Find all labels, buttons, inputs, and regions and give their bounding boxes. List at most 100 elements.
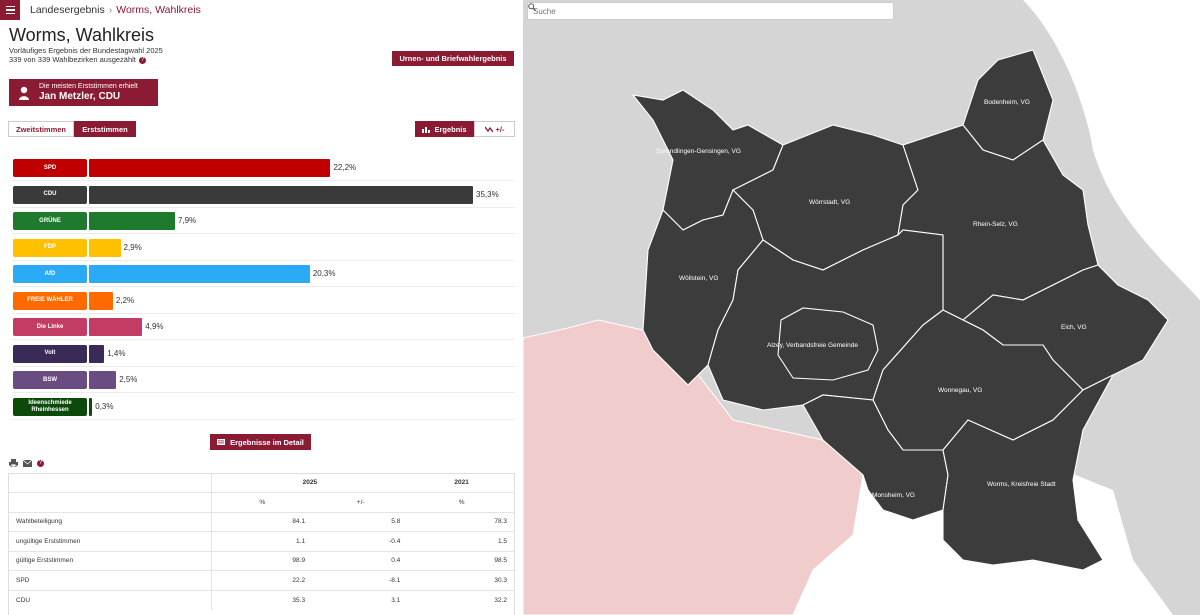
value-2021: 32.2 [408,589,515,610]
chart-row: AfD 20,3% [12,261,515,287]
value-2025: 84.1 [210,511,314,532]
party-bar [89,371,117,389]
party-bar [89,238,121,257]
value-diff: -8.1 [313,570,409,590]
party-label: Ideenschmiede Rheinhessen [13,397,87,416]
chart-row: GRÜNE 7,9% [12,208,515,234]
row-label: SPD [8,570,211,590]
value-2021: 1.5 [408,531,515,551]
party-value: 4,9% [145,322,164,331]
details-button[interactable]: Ergebnisse im Detail [210,434,311,450]
party-value: 7,9% [177,216,197,225]
map-label-rhein-selz: Rhein-Selz, VG [973,221,1018,228]
party-label: AfD [13,265,87,283]
party-value: 2,2% [115,295,135,305]
table-row: gültige Erststimmen 98.9 0.4 98.5 [8,550,515,571]
print-icon[interactable] [9,459,18,467]
district-map[interactable]: Bodenheim, VG Sprendlingen-Gensingen, VG… [523,0,1200,615]
search-input[interactable] [533,6,863,16]
value-2021: 98.5 [408,550,515,571]
breadcrumb-home[interactable]: Landesergebnis [30,4,105,16]
map-search[interactable] [527,2,894,20]
chart-row: CDU 35,3% [12,182,515,208]
chart-row: Volt 1,4% [12,341,515,367]
toolbar: ? [9,459,44,467]
party-value: 2,9% [123,242,142,252]
map-label-bodenheim: Bodenheim, VG [984,99,1030,106]
party-value: 1,4% [107,348,126,358]
tab-plusminus[interactable]: +/- [474,121,515,137]
party-label: FDP [13,238,87,257]
party-label: FREIE WÄHLER [13,291,87,310]
party-label: Die Linke [13,318,87,336]
chart-row: Ideenschmiede Rheinhessen 0,3% [12,394,515,420]
page-title: Worms, Wahlkreis [9,25,155,45]
map-label-worms: Worms, Kreisfreie Stadt [987,481,1056,488]
help-icon[interactable]: ? [37,459,44,467]
chevron-right-icon: › [108,4,113,16]
value-2025: 98.9 [210,550,314,571]
value-diff: 3.1 [313,589,409,610]
row-label: Wahlbeteiligung [8,511,211,532]
winner-name: Jan Metzler, CDU [39,91,121,102]
value-2025: 35.3 [210,589,314,610]
table-year-header: 2025 2021 [8,473,515,493]
counted-text: 339 von 339 Wahlbezirken ausgezählt [9,55,136,64]
subheader-pct-2025: % [210,492,314,512]
party-bar [89,397,93,416]
table-corner-cell [8,492,211,512]
results-bar-chart: SPD 22,2% CDU 35,3% GRÜNE 7,9% FDP 2,9% AfD 20,3%… [12,155,515,425]
chart-row: Die Linke 4,9% [12,314,515,340]
party-value: 35,3% [476,189,499,199]
map-label-eich: Eich, VG [1061,324,1087,331]
results-panel: Landesergebnis › Worms, Wahlkreis Worms, W… [0,0,523,615]
party-label: Volt [13,344,87,363]
party-label: CDU [13,185,87,204]
chart-row: BSW 2,5% [12,367,515,393]
party-bar [89,185,473,204]
value-diff: 5.8 [313,511,409,532]
row-label: ungültige Erststimmen [8,531,211,551]
bar-chart-icon [422,126,431,133]
party-bar [89,265,310,283]
counted-status: 339 von 339 Wahlbezirken ausgezählt? [9,55,146,64]
tab-erststimmen[interactable]: Erststimmen [74,121,136,137]
tab-zweitstimmen[interactable]: Zweitstimmen [8,121,74,137]
value-diff: -0.4 [313,531,409,551]
help-icon[interactable]: ? [138,56,146,64]
party-value: 2,5% [119,375,138,384]
value-2025: 22.2 [210,570,314,590]
tab-plusminus-label: +/- [495,124,505,134]
map-panel[interactable]: Bodenheim, VG Sprendlingen-Gensingen, VG… [523,0,1200,615]
party-bar [89,318,143,336]
winner-caption: Die meisten Erststimmen erhielt [39,83,138,90]
chart-row: SPD 22,2% [12,155,515,181]
tab-ergebnis[interactable]: Ergebnis [415,121,474,137]
table-row: ungültige Erststimmen 1.1 -0.4 1.5 [8,531,515,551]
top-bar: Landesergebnis › Worms, Wahlkreis [0,0,523,20]
table-row: SPD 22.2 -8.1 30.3 [8,570,515,590]
list-icon [217,439,226,445]
menu-icon[interactable] [0,0,20,20]
row-label: CDU [8,589,211,610]
page-subtitle: Vorläufiges Ergebnis der Bundestagwahl 2… [9,46,163,55]
table-row: Wahlbeteiligung 84.1 5.8 78.3 [8,511,515,532]
person-icon [9,86,39,100]
chart-row: FDP 2,9% [12,235,515,261]
party-label: GRÜNE [13,212,87,230]
mail-icon[interactable] [23,459,32,467]
table-corner-cell [8,473,211,493]
header-2021: 2021 [408,473,515,493]
details-button-label: Ergebnisse im Detail [230,437,304,447]
tab-ergebnis-label: Ergebnis [434,124,467,134]
map-label-sprendlingen: Sprendlingen-Gensingen, VG [656,148,741,155]
map-label-wonnegau: Wonnegau, VG [938,387,982,394]
results-table: 2025 2021 % +/- % Wahlbeteiligung 84.1 5.8… [8,473,515,610]
urnen-briefwahl-button[interactable]: Urnen- und Briefwahlergebnis [392,51,514,66]
value-2025: 1.1 [210,531,314,551]
party-value: 0,3% [95,401,114,411]
party-bar [89,159,331,177]
breadcrumb-current[interactable]: Worms, Wahlkreis [116,4,201,16]
subheader-pct-2021: % [408,492,515,512]
value-2021: 30.3 [408,570,515,590]
